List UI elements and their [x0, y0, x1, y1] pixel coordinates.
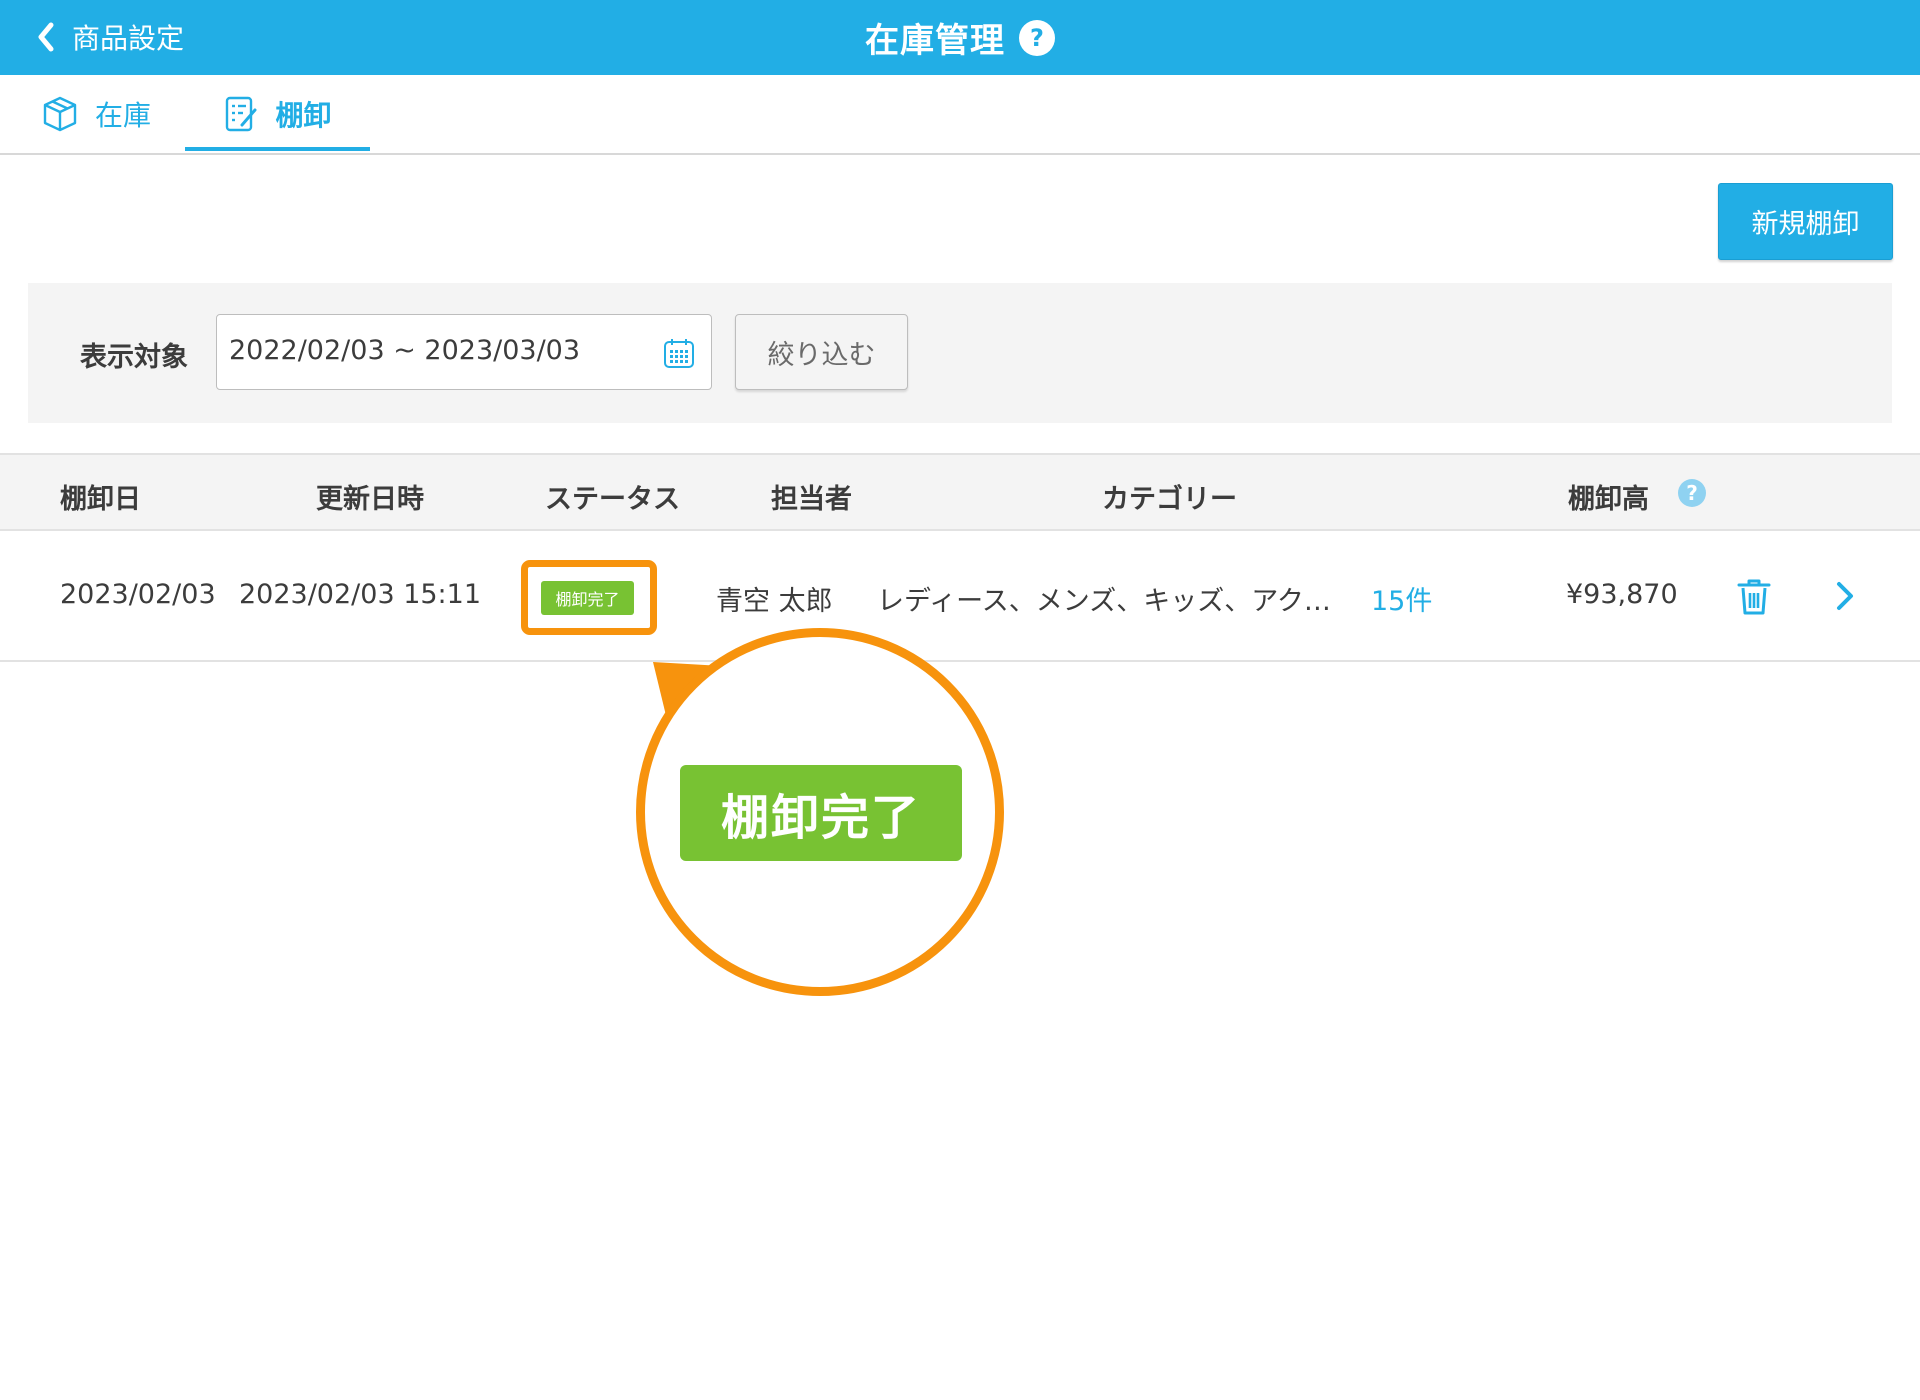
column-header-amount: 棚卸高 — [1568, 484, 1649, 515]
tab-stocktake-label: 棚卸 — [275, 99, 332, 132]
row-date: 2023/02/03 — [60, 579, 216, 610]
column-header-status: ステータス — [545, 484, 680, 515]
box-icon — [43, 96, 77, 132]
page-title: 在庫管理 — [865, 21, 1005, 61]
filter-label: 表示対象 — [80, 342, 188, 373]
column-header-person: 担当者 — [771, 484, 852, 515]
row-person: 青空 太郎 — [716, 586, 833, 617]
date-range-input[interactable]: 2022/02/03 ~ 2023/03/03 — [216, 314, 712, 390]
calendar-icon[interactable] — [663, 337, 695, 369]
row-updated: 2023/02/03 15:11 — [239, 579, 482, 610]
chevron-right-icon[interactable] — [1834, 579, 1856, 613]
new-stocktake-button[interactable]: 新規棚卸 — [1718, 183, 1893, 260]
category-count-link[interactable]: 15件 — [1371, 579, 1432, 618]
row-amount: ¥93,870 — [1566, 579, 1678, 610]
tab-bar: 在庫 棚卸 — [0, 75, 1920, 155]
tab-stocktake[interactable]: 棚卸 — [185, 75, 370, 153]
tab-inventory-label: 在庫 — [94, 99, 151, 132]
table-header: 棚卸日 更新日時 ステータス 担当者 カテゴリー 棚卸高 ? — [0, 453, 1920, 531]
page-title-area: 在庫管理 ? — [0, 0, 1920, 75]
column-header-updated: 更新日時 — [316, 484, 424, 515]
amount-help-icon[interactable]: ? — [1678, 479, 1706, 507]
checklist-edit-icon — [226, 96, 257, 132]
table-row[interactable]: 2023/02/03 2023/02/03 15:11 棚卸完了 青空 太郎 レ… — [0, 531, 1920, 662]
help-icon[interactable]: ? — [1019, 19, 1055, 56]
tab-inventory[interactable]: 在庫 — [36, 75, 156, 153]
trash-icon[interactable] — [1736, 577, 1772, 617]
date-range-value: 2022/02/03 ~ 2023/03/03 — [229, 335, 581, 366]
active-tab-indicator — [185, 147, 370, 151]
status-badge: 棚卸完了 — [541, 581, 634, 615]
apply-filter-button[interactable]: 絞り込む — [735, 314, 908, 390]
column-header-category: カテゴリー — [1102, 484, 1237, 515]
column-header-date: 棚卸日 — [60, 484, 141, 515]
row-categories: レディース、メンズ、キッズ、アク… — [877, 586, 1331, 617]
callout-status-badge: 棚卸完了 — [680, 765, 962, 861]
